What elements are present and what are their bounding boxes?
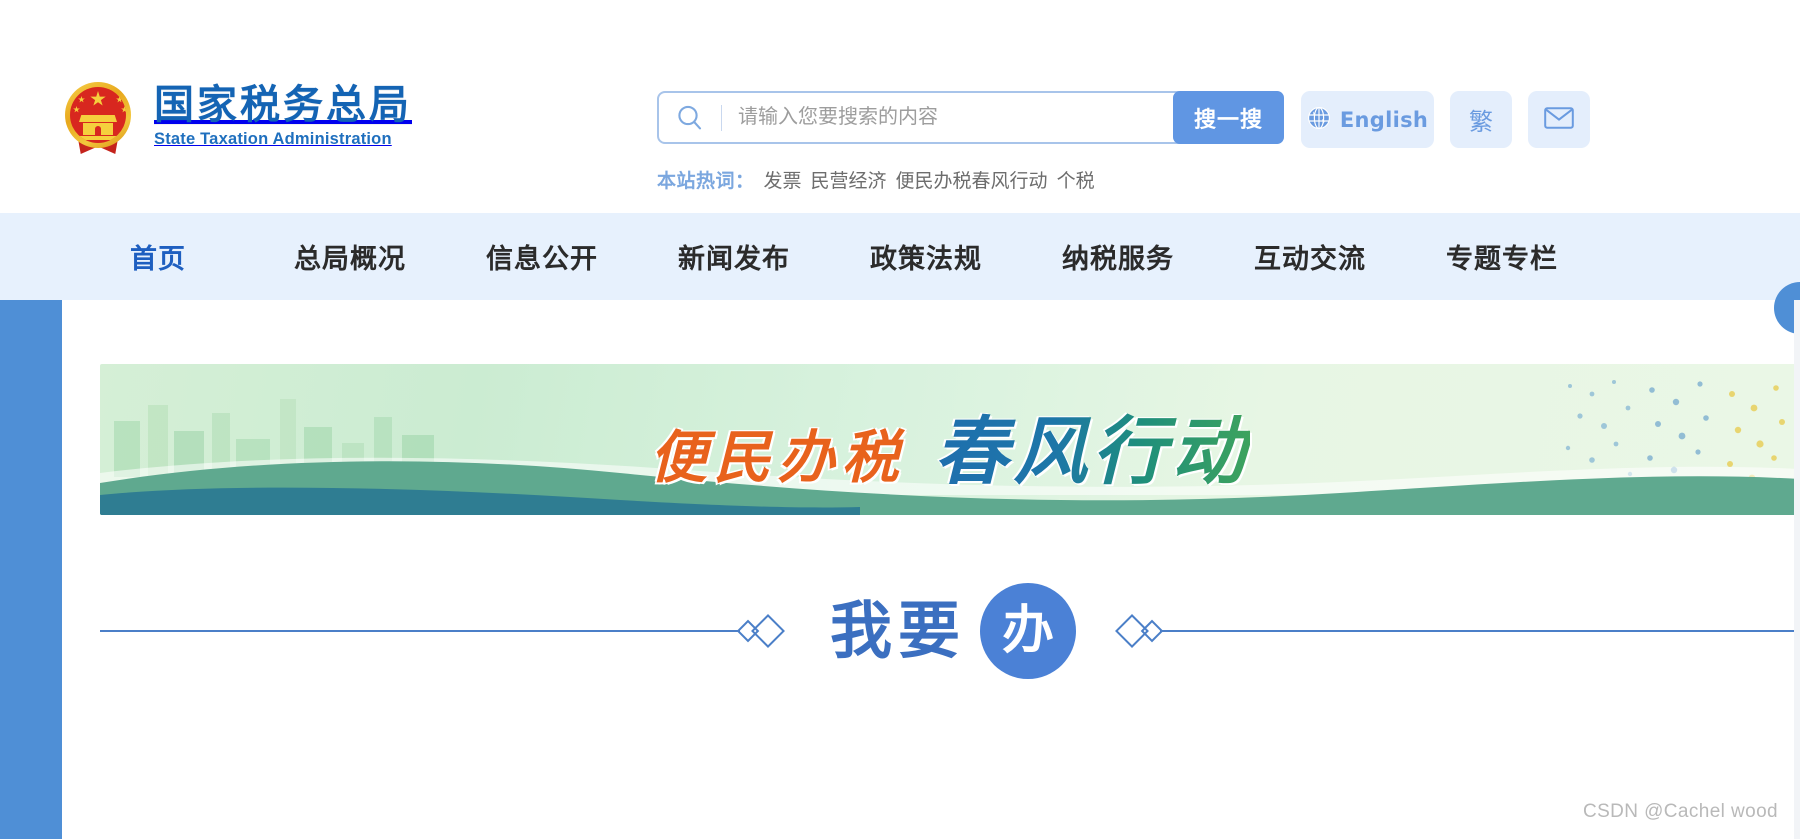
mail-button[interactable]	[1528, 91, 1590, 148]
envelope-icon	[1544, 106, 1574, 133]
globe-icon	[1307, 106, 1331, 133]
language-traditional-button[interactable]: 繁	[1450, 91, 1512, 148]
language-english-label: English	[1339, 107, 1429, 132]
nav-item-policies[interactable]: 政策法规	[830, 237, 1022, 276]
banner-title-part2: 春风行动	[934, 409, 1251, 495]
search-submit-button[interactable]: 搜一搜	[1173, 91, 1284, 144]
diamond-ornament-right	[1115, 614, 1164, 648]
promo-banner[interactable]: 便民办税 春风行动	[100, 364, 1800, 515]
section-rule-right	[1160, 630, 1800, 632]
watermark: CSDN @Cachel wood	[1582, 801, 1778, 822]
top-utility-buttons: English 繁	[1301, 91, 1590, 148]
banner-title: 便民办税 春风行动	[100, 392, 1800, 499]
hot-keyword-item[interactable]: 民营经济	[811, 166, 887, 193]
hot-keyword-item[interactable]: 便民办税春风行动	[896, 166, 1048, 193]
national-emblem-icon	[62, 78, 134, 154]
page-body: 便民办税 春风行动 我要 办	[0, 300, 1800, 839]
section-rule-left	[100, 630, 740, 632]
nav-item-news[interactable]: 新闻发布	[638, 237, 830, 276]
nav-item-overview[interactable]: 总局概况	[254, 237, 446, 276]
hot-keyword-item[interactable]: 个税	[1057, 166, 1095, 193]
nav-item-home[interactable]: 首页	[62, 237, 254, 276]
brand-title-en: State Taxation Administration	[154, 130, 392, 149]
language-english-button[interactable]: English	[1301, 91, 1434, 148]
nav-item-tax-service[interactable]: 纳税服务	[1022, 237, 1214, 276]
diamond-ornament-left	[736, 614, 785, 648]
page-root: 国家税务总局 State Taxation Administration 搜一搜…	[0, 0, 1800, 839]
hot-keywords: 本站热词： 发票 民营经济 便民办税春风行动 个税	[657, 166, 1095, 193]
site-header: 国家税务总局 State Taxation Administration 搜一搜…	[0, 0, 1800, 248]
search-area: 搜一搜	[657, 91, 1284, 144]
hot-keywords-label: 本站热词：	[657, 170, 755, 192]
brand-title-cn: 国家税务总局	[154, 80, 412, 128]
nav-item-special-topics[interactable]: 专题专栏	[1406, 237, 1598, 276]
main-navigation: 首页 总局概况 信息公开 新闻发布 政策法规 纳税服务 互动交流 专题专栏	[0, 213, 1800, 300]
language-traditional-label: 繁	[1469, 108, 1493, 136]
section-header-i-want-to-do: 我要 办	[100, 576, 1800, 686]
site-logo-link[interactable]: 国家税务总局 State Taxation Administration	[62, 78, 412, 154]
banner-title-part1: 便民办税	[649, 424, 906, 491]
nav-item-information-disclosure[interactable]: 信息公开	[446, 237, 638, 276]
search-icon[interactable]	[659, 93, 721, 142]
section-badge: 办	[980, 583, 1077, 679]
section-title: 我要	[830, 594, 967, 667]
nav-item-interaction[interactable]: 互动交流	[1214, 237, 1406, 276]
section-badge-label: 办	[1002, 600, 1055, 661]
hot-keyword-item[interactable]: 发票	[764, 166, 802, 193]
page-right-edge	[1794, 300, 1800, 839]
content-card: 便民办税 春风行动 我要 办	[62, 300, 1800, 839]
